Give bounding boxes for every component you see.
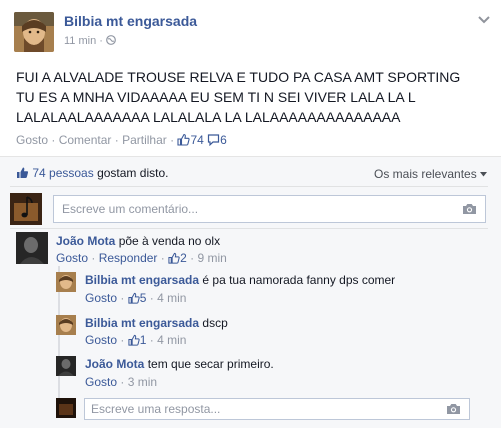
post-text-line: FUI A ALVALADE TROUSE RELVA E TUDO PA CA… (16, 69, 461, 85)
post-text: FUI A ALVALADE TROUSE RELVA E TUDO PA CA… (16, 67, 486, 127)
comment-like-count[interactable]: 2 (168, 251, 190, 265)
sort-comments-dropdown[interactable]: Os mais relevantes (374, 167, 488, 181)
action-separator: · (114, 133, 119, 147)
action-separator: · (149, 333, 154, 347)
sort-label: Os mais relevantes (374, 167, 477, 181)
reply-actions: Gosto · 5 · 4 min (85, 291, 186, 305)
reply-body: Bilbia mt engarsada dscp (85, 316, 228, 330)
thumbs-up-icon (128, 292, 140, 304)
current-user-avatar[interactable] (56, 398, 76, 418)
reply-like-button[interactable]: Gosto (85, 375, 117, 389)
comment-reply-button[interactable]: Responder (99, 251, 158, 265)
action-separator: · (91, 251, 96, 265)
likes-summary-text: gostam disto. (97, 166, 169, 180)
reply-author-avatar[interactable] (56, 356, 76, 376)
reply-body: João Mota tem que secar primeiro. (85, 357, 274, 371)
meta-separator: · (99, 35, 103, 47)
post-text-line: TU ES A MNHA VIDAAAAA EU SEM TI N SEI VI… (16, 89, 416, 105)
likers-link[interactable]: 74 pessoas (32, 166, 93, 180)
camera-icon[interactable] (446, 403, 461, 415)
reply-like-button[interactable]: Gosto (85, 333, 117, 347)
thumbs-up-icon (168, 252, 180, 264)
action-separator: · (149, 291, 154, 305)
comment-button[interactable]: Comentar (59, 133, 112, 147)
post-text-line: LALALAALAAAAAAA LALALALA LA LALAAAAAAAAA… (16, 109, 401, 125)
camera-icon[interactable] (462, 203, 477, 215)
reply-author-avatar[interactable] (56, 315, 76, 335)
action-separator: · (120, 375, 125, 389)
action-separator: · (120, 291, 125, 305)
comment-like-button[interactable]: Gosto (56, 251, 88, 265)
reply-input[interactable] (85, 399, 412, 419)
comment-author[interactable]: João Mota (56, 234, 115, 248)
share-button[interactable]: Partilhar (122, 133, 167, 147)
reply-like-button[interactable]: Gosto (85, 291, 117, 305)
commenter-avatar[interactable] (16, 232, 48, 264)
reply-body: Bilbia mt engarsada é pa tua namorada fa… (85, 273, 395, 287)
thumbs-up-icon (128, 334, 140, 346)
action-separator: · (120, 333, 125, 347)
comment-input[interactable] (54, 196, 421, 222)
reply-timestamp[interactable]: 4 min (157, 333, 186, 347)
comment-input-box[interactable] (53, 195, 486, 223)
comment-body: João Mota põe à venda no olx (56, 234, 220, 248)
reply-actions: Gosto · 3 min (85, 375, 157, 389)
comment-text: põe à venda no olx (118, 234, 221, 248)
reply-like-count[interactable]: 1 (128, 333, 150, 347)
reply-timestamp[interactable]: 4 min (157, 291, 186, 305)
reply-text: tem que secar primeiro. (147, 357, 274, 371)
post-author-name[interactable]: Bilbia mt engarsada (64, 13, 197, 29)
current-user-avatar[interactable] (10, 193, 42, 225)
post-author-avatar[interactable] (14, 12, 54, 52)
post-timestamp[interactable]: 11 min (64, 35, 96, 47)
action-separator: · (190, 251, 195, 265)
globe-icon[interactable] (106, 35, 116, 47)
thumbs-up-icon (17, 167, 29, 178)
like-count: 1 (139, 333, 147, 347)
like-count: 2 (180, 251, 187, 265)
action-separator: · (170, 133, 175, 147)
reply-input-box[interactable] (84, 398, 470, 420)
post-options-chevron-icon[interactable] (478, 14, 490, 24)
reply-author-avatar[interactable] (56, 272, 76, 292)
like-count: 5 (139, 291, 147, 305)
like-button[interactable]: Gosto (16, 133, 48, 147)
caret-down-icon (480, 172, 488, 177)
post-action-bar: Gosto · Comentar · Partilhar · 74 6 (16, 133, 227, 147)
comment-count: 6 (220, 133, 227, 147)
likes-summary: 74 pessoas gostam disto. (16, 166, 168, 180)
comment-timestamp[interactable]: 9 min (197, 251, 226, 265)
like-count: 74 (190, 133, 204, 147)
reply-author[interactable]: João Mota (85, 357, 144, 371)
reply-text: é pa tua namorada fanny dps comer (202, 273, 396, 287)
ufi-divider (10, 186, 488, 187)
reply-like-count[interactable]: 5 (128, 291, 150, 305)
reply-timestamp[interactable]: 3 min (128, 375, 157, 389)
like-count-link[interactable]: 74 (177, 133, 207, 147)
post-meta: 11 min · (64, 35, 116, 47)
ufi-divider (10, 228, 488, 229)
speech-bubble-icon (208, 134, 220, 147)
reply-author[interactable]: Bilbia mt engarsada (85, 316, 199, 330)
action-separator: · (160, 251, 165, 265)
reply-author[interactable]: Bilbia mt engarsada (85, 273, 199, 287)
action-separator: · (51, 133, 56, 147)
reply-text: dscp (202, 316, 228, 330)
reply-actions: Gosto · 1 · 4 min (85, 333, 186, 347)
comment-actions: Gosto · Responder · 2 · 9 min (56, 251, 227, 265)
thumbs-up-icon (177, 133, 191, 146)
comment-count-link[interactable]: 6 (207, 133, 227, 147)
